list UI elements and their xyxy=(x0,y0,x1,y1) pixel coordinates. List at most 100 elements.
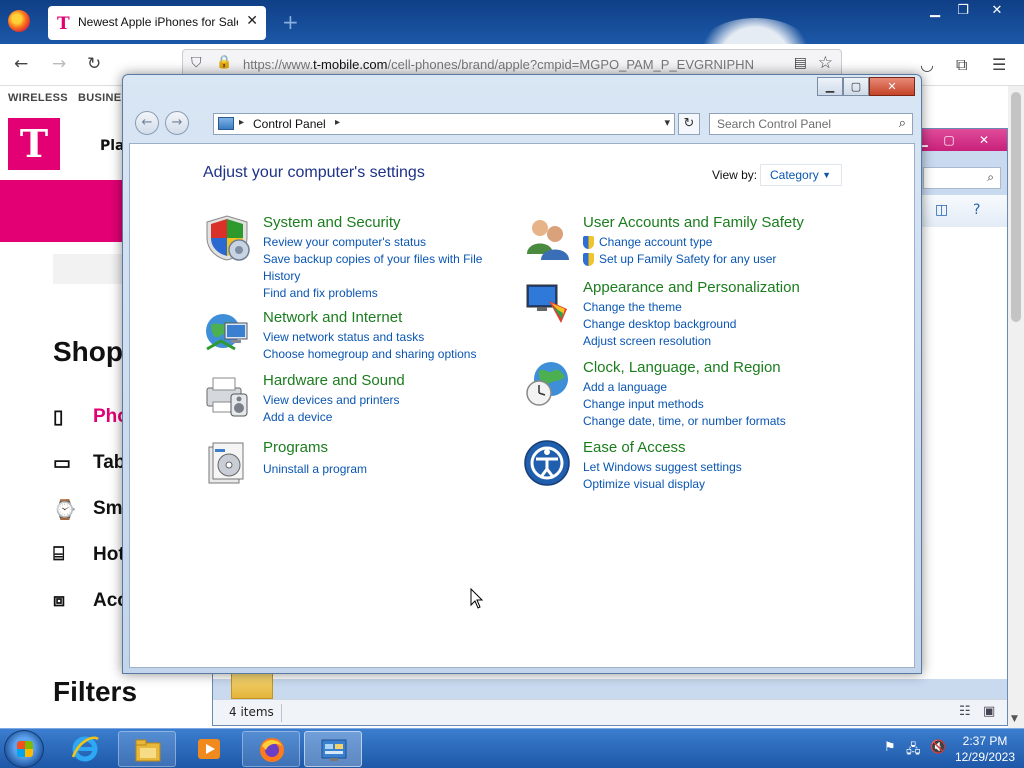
address-bar[interactable]: ▸ Control Panel ▸ ▾ xyxy=(213,113,675,135)
back-icon[interactable]: ← xyxy=(14,54,28,74)
volume-muted-icon[interactable]: 🔇 xyxy=(930,740,946,755)
link-uninstall-program[interactable]: Uninstall a program xyxy=(263,461,503,478)
category-title[interactable]: Appearance and Personalization xyxy=(583,279,800,296)
close-tab-icon[interactable]: ✕ xyxy=(246,13,258,29)
large-icons-view-icon[interactable]: ▣ xyxy=(983,704,995,719)
nav-wireless[interactable]: WIRELESS xyxy=(8,92,68,104)
forward-icon[interactable]: → xyxy=(165,111,189,135)
taskbar-file-explorer[interactable] xyxy=(118,731,176,767)
view-by-dropdown[interactable]: Category ▼ xyxy=(760,164,842,186)
ease-of-access-icon[interactable] xyxy=(523,439,571,487)
users-icon[interactable] xyxy=(523,214,571,262)
maximize-icon[interactable]: ▢ xyxy=(937,131,961,149)
control-panel-window[interactable]: ▁ ▢ ✕ ← → ▸ Control Panel ▸ ▾ ↻ Search C… xyxy=(122,74,922,674)
taskbar-internet-explorer[interactable] xyxy=(56,731,114,767)
link-optimize-display[interactable]: Optimize visual display xyxy=(583,476,823,493)
page-scrollbar[interactable]: ▼ xyxy=(1008,86,1024,728)
new-tab-icon[interactable]: + xyxy=(282,10,299,34)
search-icon: ⌕ xyxy=(987,170,994,184)
link-network-status[interactable]: View network status and tasks xyxy=(263,329,503,346)
link-devices-printers[interactable]: View devices and printers xyxy=(263,392,503,409)
reload-icon[interactable]: ↻ xyxy=(87,54,101,74)
link-review-status[interactable]: Review your computer's status xyxy=(263,234,503,251)
clock-globe-icon[interactable] xyxy=(523,359,571,407)
close-icon[interactable]: ✕ xyxy=(980,2,1014,20)
search-icon[interactable]: ⌕ xyxy=(899,116,906,131)
link-input-methods[interactable]: Change input methods xyxy=(583,396,823,413)
link-find-fix-problems[interactable]: Find and fix problems xyxy=(263,285,503,302)
internet-explorer-icon xyxy=(71,736,99,762)
taskbar-control-panel[interactable] xyxy=(304,731,362,767)
close-icon[interactable]: ✕ xyxy=(971,131,997,149)
explorer-search-box[interactable]: ⌕ xyxy=(923,167,1001,189)
nav-plans[interactable]: Pla xyxy=(100,138,125,154)
back-icon[interactable]: ← xyxy=(135,111,159,135)
category-title[interactable]: Programs xyxy=(263,439,328,456)
link-file-history[interactable]: Save backup copies of your files with Fi… xyxy=(263,251,503,285)
bookmark-star-icon[interactable]: ☆ xyxy=(818,53,833,73)
category-title[interactable]: Ease of Access xyxy=(583,439,686,456)
tmobile-logo[interactable]: T xyxy=(8,118,60,170)
refresh-icon[interactable]: ↻ xyxy=(678,113,700,135)
link-family-safety[interactable]: Set up Family Safety for any user xyxy=(583,251,823,268)
category-tablets[interactable]: ▭ Tab xyxy=(53,452,125,475)
category-phones[interactable]: ▯ Pho xyxy=(53,406,129,429)
preview-pane-icon[interactable]: ◫ xyxy=(935,202,948,218)
link-suggest-settings[interactable]: Let Windows suggest settings xyxy=(583,459,823,476)
category-accessories[interactable]: ⧈ Acc xyxy=(53,590,128,612)
maximize-icon[interactable]: ❐ xyxy=(946,2,980,20)
chevron-down-icon[interactable]: ▾ xyxy=(664,116,670,129)
shield-icon[interactable] xyxy=(203,214,251,262)
globe-network-icon[interactable] xyxy=(203,309,251,357)
status-divider xyxy=(281,704,282,722)
lock-icon[interactable]: 🔒 xyxy=(216,55,232,70)
appearance-icon[interactable] xyxy=(523,279,571,327)
scroll-down-icon[interactable]: ▼ xyxy=(1011,714,1018,724)
category-title[interactable]: User Accounts and Family Safety xyxy=(583,214,804,231)
category-smartwatches[interactable]: ⌚ Sma xyxy=(53,498,133,522)
category-title[interactable]: System and Security xyxy=(263,214,401,231)
link-homegroup[interactable]: Choose homegroup and sharing options xyxy=(263,346,503,363)
close-icon[interactable]: ✕ xyxy=(869,77,915,96)
action-center-flag-icon[interactable]: ⚑ xyxy=(884,740,896,755)
start-button[interactable] xyxy=(4,730,44,768)
explorer-status-bar: 4 items ☷ ▣ xyxy=(213,699,1007,725)
pocket-icon[interactable]: ◡ xyxy=(920,55,934,74)
minimize-icon[interactable]: ▁ xyxy=(817,77,843,96)
maximize-icon[interactable]: ▢ xyxy=(843,77,869,96)
link-change-theme[interactable]: Change the theme xyxy=(583,299,823,316)
link-add-device[interactable]: Add a device xyxy=(263,409,503,426)
browser-tab[interactable]: T Newest Apple iPhones for Sale ✕ xyxy=(48,6,266,40)
help-icon[interactable]: ? xyxy=(973,202,980,218)
details-view-icon[interactable]: ☷ xyxy=(959,704,971,719)
breadcrumb-control-panel[interactable]: Control Panel xyxy=(253,117,326,131)
category-title[interactable]: Network and Internet xyxy=(263,309,402,326)
link-date-time-formats[interactable]: Change date, time, or number formats xyxy=(583,413,823,430)
breadcrumb-separator-icon[interactable]: ▸ xyxy=(239,117,244,128)
link-screen-resolution[interactable]: Adjust screen resolution xyxy=(583,333,823,350)
taskbar-firefox[interactable] xyxy=(242,731,300,767)
programs-icon[interactable] xyxy=(203,439,251,487)
link-desktop-background[interactable]: Change desktop background xyxy=(583,316,823,333)
category-hotspots[interactable]: ⌸ Hot xyxy=(53,544,125,566)
tracking-shield-icon[interactable]: ⛉ xyxy=(191,55,202,71)
forward-icon[interactable]: → xyxy=(52,54,66,74)
network-icon[interactable]: 🖧 xyxy=(906,740,921,762)
scrollbar-thumb[interactable] xyxy=(1011,92,1021,322)
category-title[interactable]: Hardware and Sound xyxy=(263,372,405,389)
reader-view-icon[interactable]: ▤ xyxy=(794,55,807,71)
system-clock[interactable]: 2:37 PM 12/29/2023 xyxy=(950,733,1020,765)
menu-icon[interactable]: ☰ xyxy=(992,55,1006,74)
taskbar-media-player[interactable] xyxy=(180,731,238,767)
extensions-icon[interactable]: ⧉ xyxy=(956,55,967,75)
printer-icon[interactable] xyxy=(203,372,251,420)
firefox-menu-icon[interactable] xyxy=(8,10,30,32)
url-text[interactable]: https://www.t-mobile.com/cell-phones/bra… xyxy=(243,57,783,72)
breadcrumb-separator-icon[interactable]: ▸ xyxy=(335,117,340,128)
search-input[interactable]: Search Control Panel ⌕ xyxy=(709,113,913,135)
nav-business[interactable]: BUSINE xyxy=(78,92,121,104)
media-player-icon xyxy=(198,739,220,759)
category-title[interactable]: Clock, Language, and Region xyxy=(583,359,781,376)
link-change-account-type[interactable]: Change account type xyxy=(583,234,823,251)
link-add-language[interactable]: Add a language xyxy=(583,379,823,396)
